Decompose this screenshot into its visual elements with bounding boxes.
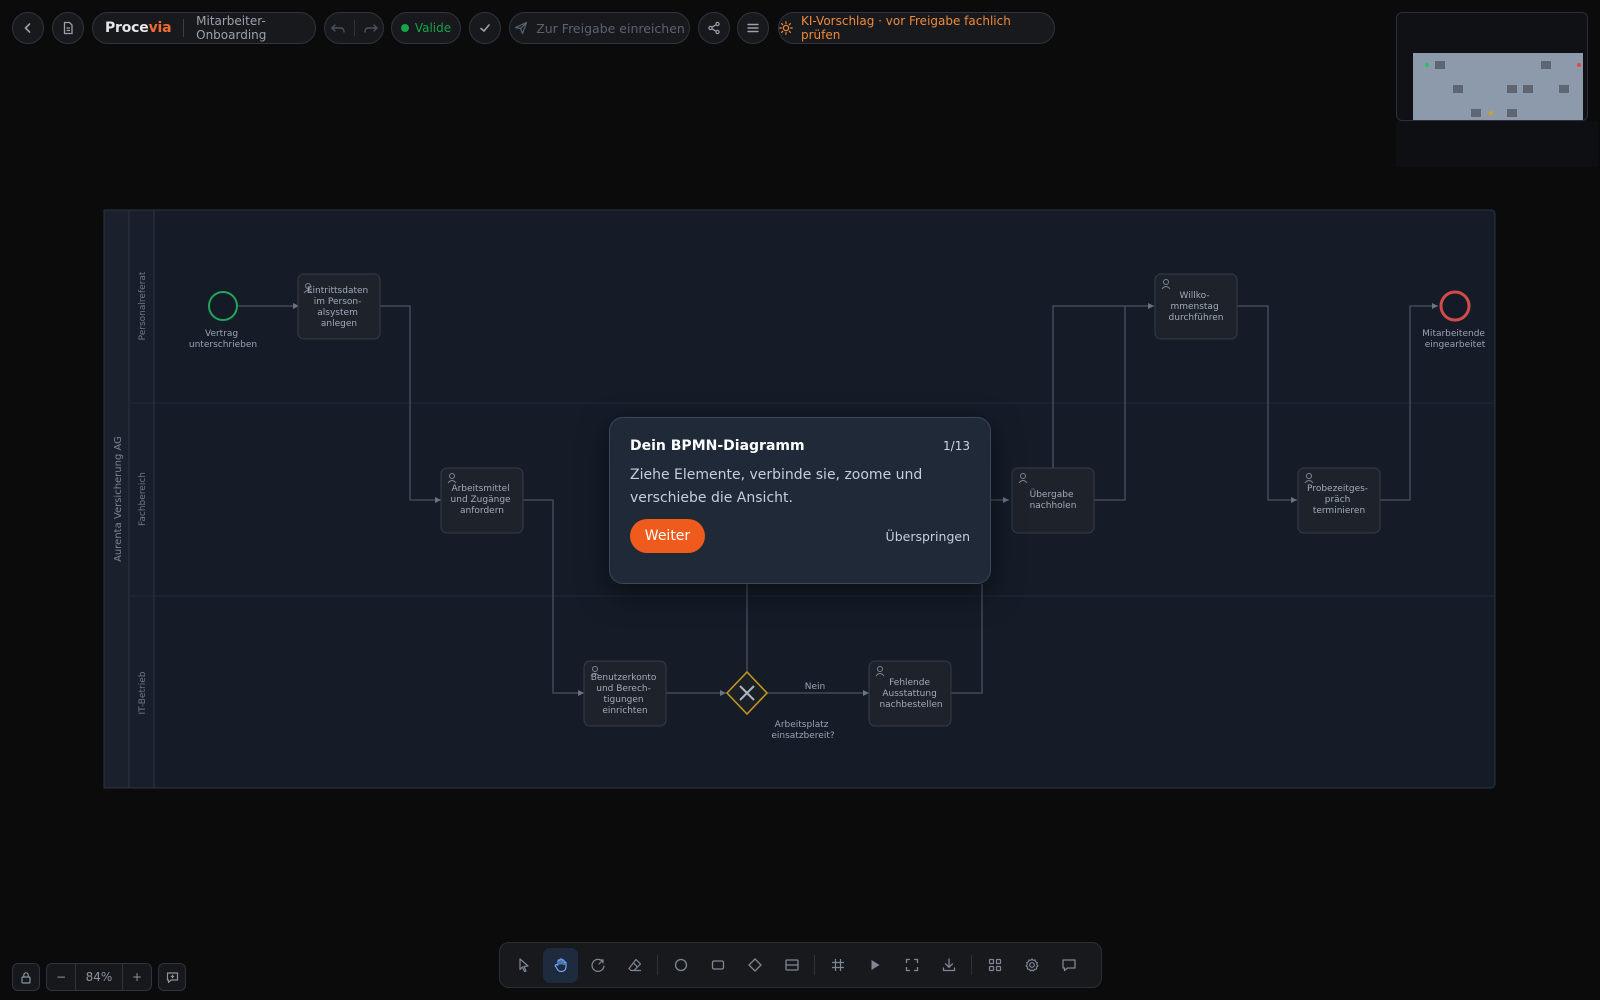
comment-plus-icon: [166, 971, 178, 983]
onboarding-tour-dialog: Dein BPMN-Diagramm 1/13 Ziehe Elemente, …: [609, 417, 991, 584]
lasso-icon: [590, 958, 605, 972]
hand-tool[interactable]: [543, 947, 578, 983]
dialog-step-counter: 1/13: [943, 439, 970, 453]
lock-icon: [21, 971, 31, 984]
apps-button[interactable]: [977, 948, 1012, 983]
skip-button[interactable]: Überspringen: [886, 529, 970, 544]
export-button[interactable]: [931, 948, 966, 983]
cursor-icon: [518, 958, 529, 973]
add-comment-button[interactable]: [158, 963, 186, 991]
hand-icon: [554, 958, 567, 973]
zoom-controls: − 84% +: [12, 963, 186, 991]
zoom-out-button[interactable]: −: [47, 964, 75, 990]
simulate-button[interactable]: [857, 948, 892, 983]
event-tool[interactable]: [663, 948, 698, 983]
task-tool[interactable]: [700, 948, 735, 983]
grid-toggle[interactable]: [820, 948, 855, 983]
next-button[interactable]: Weiter: [630, 519, 705, 553]
lock-button[interactable]: [12, 963, 40, 991]
grid-icon: [831, 959, 844, 971]
zoom-level[interactable]: 84%: [76, 964, 122, 990]
fullscreen-icon: [905, 958, 918, 972]
apps-grid-icon: [988, 958, 1001, 972]
play-icon: [871, 960, 879, 970]
download-icon: [942, 958, 955, 972]
zoom-in-button[interactable]: +: [123, 964, 151, 990]
rectangle-icon: [711, 960, 724, 970]
gear-icon: [1024, 958, 1039, 972]
eraser-tool[interactable]: [617, 948, 652, 983]
editor-toolbar: [499, 942, 1102, 988]
dialog-body: Ziehe Elemente, verbinde sie, zoome und …: [630, 467, 923, 506]
gateway-tool[interactable]: [737, 948, 772, 983]
lasso-tool[interactable]: [580, 948, 615, 983]
circle-icon: [674, 958, 687, 972]
eraser-icon: [627, 958, 641, 972]
diamond-icon: [747, 958, 762, 972]
settings-button[interactable]: [1014, 948, 1049, 983]
dialog-title: Dein BPMN-Diagramm: [630, 438, 805, 454]
comments-button[interactable]: [1051, 948, 1086, 983]
comment-icon: [1061, 959, 1076, 972]
select-tool[interactable]: [506, 948, 541, 983]
fit-view-button[interactable]: [894, 948, 929, 983]
zoom-group: − 84% +: [46, 963, 152, 991]
lane-tool[interactable]: [774, 948, 809, 983]
lane-icon: [784, 959, 799, 971]
